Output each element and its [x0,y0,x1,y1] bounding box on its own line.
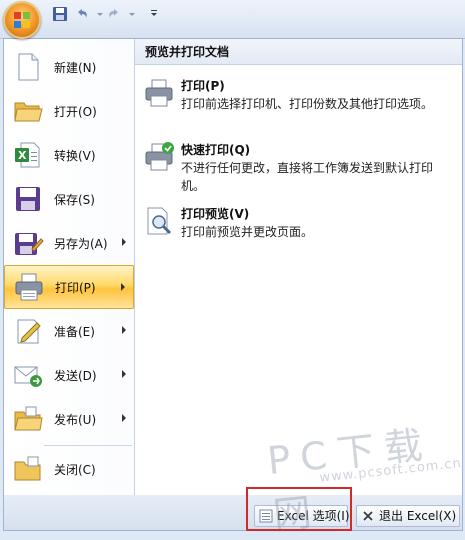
menu-item-label: 发布(U) [54,412,97,427]
quick-print-icon [145,142,174,171]
menu-item-close[interactable]: 关闭(C) [4,447,134,491]
option-print-preview[interactable]: 打印预览(V) 打印前预览并更改页面。 [143,205,453,249]
menu-item-label: 保存(S) [54,192,95,207]
redo-icon[interactable] [106,6,122,22]
open-folder-icon [14,102,43,122]
redo-dropdown-icon[interactable] [124,6,140,22]
close-icon [363,511,373,521]
send-icon [14,366,42,387]
menu-item-label: 另存为(A) [54,236,108,251]
option-print[interactable]: 打印(P) 打印前选择打印机、打印份数及其他打印选项。 [143,77,453,137]
menu-item-open[interactable]: 打开(O) [4,89,134,133]
prepare-icon [17,319,41,344]
save-icon[interactable] [52,6,68,22]
submenu-arrow-icon [122,414,126,422]
submenu-arrow-icon [122,370,126,378]
menu-item-label: 准备(E) [54,324,95,339]
excel-options-label: Excel 选项(I) [277,509,350,523]
menu-commands: 新建(N) 打开(O) X 转换(V) 保存(S) 另存为(A) 打印(P) 准… [4,39,135,495]
excel-options-button[interactable]: Excel 选项(I) [254,505,350,527]
menu-item-prepare[interactable]: 准备(E) [4,309,134,353]
svg-text:X: X [18,149,27,162]
menu-item-convert[interactable]: X 转换(V) [4,133,134,177]
option-title: 快速打印(Q) [181,143,251,157]
option-quick-print[interactable]: 快速打印(Q) 不进行任何更改，直接将工作簿发送到默认打印机。 [143,141,453,201]
save-disk-icon [16,187,40,211]
submenu-arrow-icon [122,238,126,246]
option-description: 打印前预览并更改页面。 [181,225,314,239]
new-document-icon [18,53,39,81]
quick-access-toolbar [0,0,465,39]
menu-footer: Excel 选项(I) 退出 Excel(X) [4,495,462,530]
office-menu: 新建(N) 打开(O) X 转换(V) 保存(S) 另存为(A) 打印(P) 准… [3,38,463,531]
menu-item-new[interactable]: 新建(N) [4,45,134,89]
print-preview-icon [147,207,172,235]
exit-excel-button[interactable]: 退出 Excel(X) [356,505,460,527]
option-title: 打印预览(V) [181,207,250,221]
menu-item-label: 打印(P) [55,280,96,295]
exit-excel-label: 退出 Excel(X) [379,509,457,523]
printer-icon [145,79,173,107]
close-folder-icon [14,456,41,481]
print-submenu-panel: 预览并打印文档 打印(P) 打印前选择打印机、打印份数及其他打印选项。 快速打印… [135,39,462,495]
save-as-icon [15,233,44,255]
menu-item-save-as[interactable]: 另存为(A) [4,221,134,265]
option-description: 打印前选择打印机、打印份数及其他打印选项。 [181,97,434,111]
menu-item-save[interactable]: 保存(S) [4,177,134,221]
menu-item-label: 新建(N) [54,60,97,75]
submenu-arrow-icon [122,326,126,334]
office-logo-icon [14,12,30,28]
menu-item-print[interactable]: 打印(P) [4,265,134,309]
undo-icon[interactable] [74,6,90,22]
printer-icon [15,273,43,301]
menu-item-label: 转换(V) [54,148,96,163]
menu-item-label: 发送(D) [54,368,97,383]
option-description: 不进行任何更改，直接将工作簿发送到默认打印机。 [181,161,434,193]
menu-item-publish[interactable]: 发布(U) [4,397,134,441]
customize-toolbar-icon[interactable] [146,6,162,22]
options-icon [259,509,273,523]
panel-heading: 预览并打印文档 [135,39,462,65]
publish-icon [14,406,43,431]
office-button[interactable] [3,1,41,39]
menu-item-send[interactable]: 发送(D) [4,353,134,397]
menu-item-label: 关闭(C) [54,462,96,477]
option-title: 打印(P) [181,79,225,93]
submenu-arrow-icon [121,283,125,291]
menu-divider [44,445,132,446]
convert-excel-icon: X [15,142,40,168]
menu-item-label: 打开(O) [54,104,97,119]
